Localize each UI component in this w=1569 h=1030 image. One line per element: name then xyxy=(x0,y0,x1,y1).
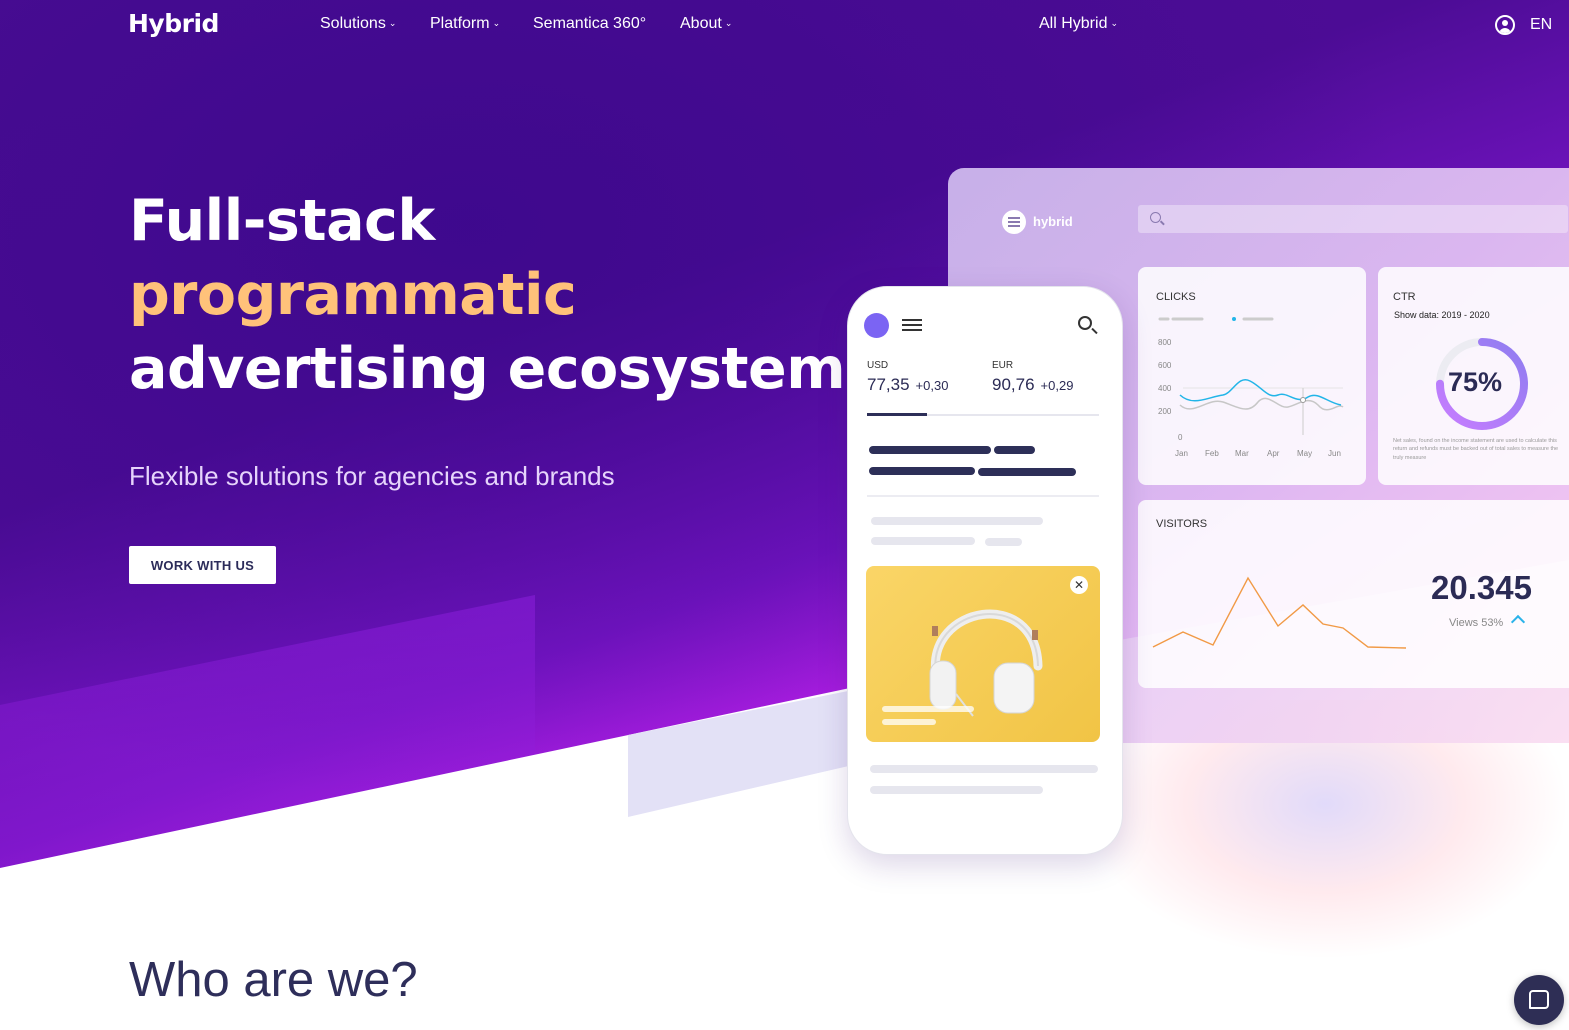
y-tick: 200 xyxy=(1158,407,1172,416)
language-selector[interactable]: EN xyxy=(1530,16,1552,34)
visitors-count: 20.345 xyxy=(1431,569,1532,606)
nav-about[interactable]: About ⌄ xyxy=(680,15,732,33)
nav-platform-label: Platform xyxy=(430,15,490,32)
chevron-down-icon: ⌄ xyxy=(724,18,733,28)
user-account-icon[interactable] xyxy=(1495,15,1515,35)
hero-title-line-1: Full-stack xyxy=(129,188,435,254)
ctr-percent: 75% xyxy=(1448,367,1503,397)
chevron-down-icon: ⌄ xyxy=(388,18,397,28)
nav-semantica[interactable]: Semantica 360° xyxy=(533,15,646,33)
headphones-ad: ✕ xyxy=(866,566,1100,742)
x-tick: May xyxy=(1297,449,1312,458)
placeholder-line xyxy=(869,446,991,454)
placeholder-line xyxy=(882,719,936,725)
y-tick: 600 xyxy=(1158,361,1172,370)
progress-fill xyxy=(867,413,927,416)
eur-change: +0,29 xyxy=(1040,378,1074,393)
placeholder-line xyxy=(870,786,1043,794)
y-tick: 400 xyxy=(1158,384,1172,393)
eur-rate: 90,76 +0,29 xyxy=(992,375,1073,395)
chevron-down-icon: ⌄ xyxy=(492,18,501,28)
work-with-us-button[interactable]: WORK WITH US xyxy=(129,546,276,584)
section-title: Who are we? xyxy=(129,953,418,1007)
menu-icon xyxy=(1002,210,1026,234)
search-icon xyxy=(1078,316,1092,330)
visitors-views: Views 53% xyxy=(1449,617,1504,629)
nav-solutions-label: Solutions xyxy=(320,15,386,32)
nav-platform[interactable]: Platform ⌄ xyxy=(430,15,500,33)
nav-all-hybrid-label: All Hybrid xyxy=(1039,15,1108,32)
y-tick: 0 xyxy=(1178,433,1183,442)
visitors-card: VISITORS 20.345 Views 53% xyxy=(1138,500,1569,688)
dashboard-search-bar xyxy=(1138,205,1568,233)
placeholder-line xyxy=(994,446,1035,454)
usd-value: 77,35 xyxy=(867,375,910,394)
x-tick: Jan xyxy=(1175,449,1188,458)
top-nav: Hybrid Solutions ⌄ Platform ⌄ Semantica 36… xyxy=(0,0,1569,48)
nav-all-hybrid[interactable]: All Hybrid ⌄ xyxy=(1039,15,1118,33)
ctr-card: CTR Show data: 2019 - 2020 75% Net sales… xyxy=(1378,267,1569,485)
chat-button[interactable] xyxy=(1514,975,1564,1025)
hamburger-menu-icon xyxy=(902,319,922,321)
divider xyxy=(867,495,1099,497)
clicks-chart: 800 600 400 200 0 Jan Feb Mar Apr May Ju… xyxy=(1158,317,1344,458)
nav-about-label: About xyxy=(680,15,722,32)
dashboard-logo-text: hybrid xyxy=(1033,214,1073,229)
usd-rate: 77,35 +0,30 xyxy=(867,375,948,395)
placeholder-line xyxy=(869,467,975,475)
placeholder-line xyxy=(871,537,975,545)
hybrid-logo[interactable]: Hybrid xyxy=(128,9,219,38)
eur-value: 90,76 xyxy=(992,375,1035,394)
placeholder-line xyxy=(871,517,1043,525)
usd-change: +0,30 xyxy=(915,378,949,393)
x-tick: Mar xyxy=(1235,449,1249,458)
nav-solutions[interactable]: Solutions ⌄ xyxy=(320,15,396,33)
x-tick: Apr xyxy=(1267,449,1280,458)
chevron-down-icon: ⌄ xyxy=(1110,18,1119,28)
clicks-card: CLICKS 800 600 400 200 0 Jan Feb Mar Apr… xyxy=(1138,267,1366,485)
chat-icon xyxy=(1529,990,1549,1009)
x-tick: Jun xyxy=(1328,449,1341,458)
placeholder-line xyxy=(985,538,1022,546)
placeholder-line xyxy=(870,765,1098,773)
headphones-icon xyxy=(929,609,1043,717)
x-tick: Feb xyxy=(1205,449,1219,458)
nav-semantica-label: Semantica 360° xyxy=(533,15,647,32)
phone-mockup: USD 77,35 +0,30 EUR 90,76 +0,29 ✕ xyxy=(847,286,1123,855)
y-tick: 800 xyxy=(1158,338,1172,347)
avatar xyxy=(864,313,889,338)
eur-label: EUR xyxy=(992,360,1014,371)
search-icon xyxy=(1150,212,1161,223)
ctr-note: Net sales, found on the income statement… xyxy=(1393,438,1559,461)
usd-label: USD xyxy=(867,360,889,371)
placeholder-line xyxy=(978,468,1076,476)
hero-title-line-3: advertising ecosystem xyxy=(129,336,846,402)
hero-subtitle: Flexible solutions for agencies and bran… xyxy=(129,461,615,491)
hero-title-line-2: programmatic xyxy=(129,262,577,328)
placeholder-line xyxy=(882,706,974,712)
